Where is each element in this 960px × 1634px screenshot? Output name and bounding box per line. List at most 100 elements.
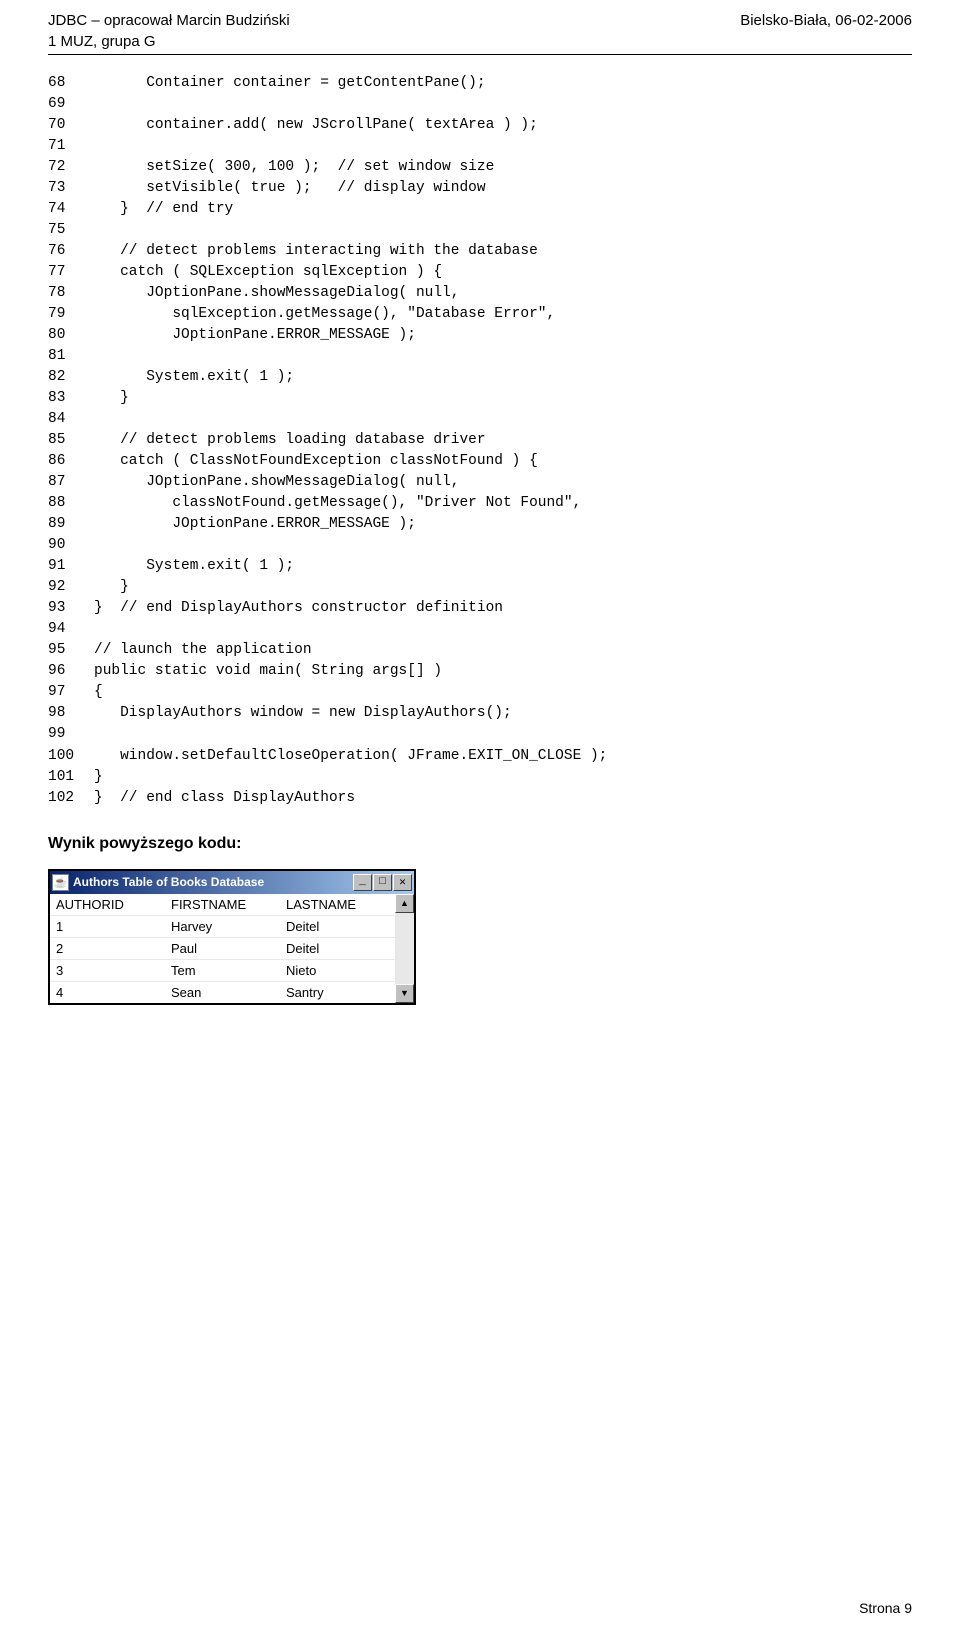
- line-number: 87: [48, 472, 94, 493]
- code-text: // launch the application: [94, 640, 912, 661]
- code-line: 74 } // end try: [48, 199, 912, 220]
- close-button[interactable]: ✕: [393, 874, 412, 891]
- table-cell: Nieto: [280, 960, 395, 981]
- line-number: 89: [48, 514, 94, 535]
- code-text: setSize( 300, 100 ); // set window size: [94, 157, 912, 178]
- code-text: catch ( SQLException sqlException ) {: [94, 262, 912, 283]
- code-text: [94, 220, 912, 241]
- minimize-button[interactable]: _: [353, 874, 372, 891]
- code-line: 77 catch ( SQLException sqlException ) {: [48, 262, 912, 283]
- code-text: [94, 94, 912, 115]
- code-line: 85 // detect problems loading database d…: [48, 430, 912, 451]
- code-text: } // end try: [94, 199, 912, 220]
- line-number: 101: [48, 767, 94, 788]
- code-text: DisplayAuthors window = new DisplayAutho…: [94, 703, 912, 724]
- code-text: {: [94, 682, 912, 703]
- line-number: 85: [48, 430, 94, 451]
- code-text: sqlException.getMessage(), "Database Err…: [94, 304, 912, 325]
- code-text: JOptionPane.ERROR_MESSAGE );: [94, 325, 912, 346]
- code-text: }: [94, 388, 912, 409]
- maximize-button[interactable]: □: [373, 874, 392, 891]
- code-text: classNotFound.getMessage(), "Driver Not …: [94, 493, 912, 514]
- table-row: 4SeanSantry: [50, 981, 395, 1003]
- code-text: } // end DisplayAuthors constructor defi…: [94, 598, 912, 619]
- code-text: }: [94, 767, 912, 788]
- code-text: JOptionPane.ERROR_MESSAGE );: [94, 514, 912, 535]
- line-number: 68: [48, 73, 94, 94]
- code-line: 87 JOptionPane.showMessageDialog( null,: [48, 472, 912, 493]
- code-text: JOptionPane.showMessageDialog( null,: [94, 283, 912, 304]
- code-line: 93} // end DisplayAuthors constructor de…: [48, 598, 912, 619]
- data-table: AUTHORIDFIRSTNAMELASTNAME1HarveyDeitel2P…: [50, 894, 395, 1003]
- table-header-row: AUTHORIDFIRSTNAMELASTNAME: [50, 894, 395, 915]
- code-line: 69: [48, 94, 912, 115]
- line-number: 90: [48, 535, 94, 556]
- code-text: }: [94, 577, 912, 598]
- line-number: 96: [48, 661, 94, 682]
- table-row: 1HarveyDeitel: [50, 915, 395, 937]
- line-number: 84: [48, 409, 94, 430]
- code-line: 91 System.exit( 1 );: [48, 556, 912, 577]
- line-number: 100: [48, 746, 94, 767]
- code-line: 88 classNotFound.getMessage(), "Driver N…: [48, 493, 912, 514]
- code-text: System.exit( 1 );: [94, 556, 912, 577]
- line-number: 98: [48, 703, 94, 724]
- scroll-down-button[interactable]: ▼: [395, 984, 414, 1003]
- scroll-up-button[interactable]: ▲: [395, 894, 414, 913]
- code-line: 70 container.add( new JScrollPane( textA…: [48, 115, 912, 136]
- line-number: 69: [48, 94, 94, 115]
- table-cell: 1: [50, 916, 165, 937]
- code-text: // detect problems loading database driv…: [94, 430, 912, 451]
- code-line: 89 JOptionPane.ERROR_MESSAGE );: [48, 514, 912, 535]
- code-line: 97{: [48, 682, 912, 703]
- table-cell: 4: [50, 982, 165, 1003]
- line-number: 88: [48, 493, 94, 514]
- code-text: } // end class DisplayAuthors: [94, 788, 912, 809]
- code-line: 90: [48, 535, 912, 556]
- line-number: 97: [48, 682, 94, 703]
- code-line: 94: [48, 619, 912, 640]
- code-line: 78 JOptionPane.showMessageDialog( null,: [48, 283, 912, 304]
- titlebar: ☕ Authors Table of Books Database _ □ ✕: [50, 871, 414, 894]
- code-line: 100 window.setDefaultCloseOperation( JFr…: [48, 746, 912, 767]
- table-header-cell: FIRSTNAME: [165, 894, 280, 915]
- code-text: catch ( ClassNotFoundException classNotF…: [94, 451, 912, 472]
- scroll-track[interactable]: [395, 913, 414, 984]
- table-cell: Tem: [165, 960, 280, 981]
- table-cell: Deitel: [280, 938, 395, 959]
- code-line: 75: [48, 220, 912, 241]
- code-text: [94, 724, 912, 745]
- table-cell: Paul: [165, 938, 280, 959]
- line-number: 95: [48, 640, 94, 661]
- code-text: public static void main( String args[] ): [94, 661, 912, 682]
- code-line: 92 }: [48, 577, 912, 598]
- code-line: 95// launch the application: [48, 640, 912, 661]
- line-number: 79: [48, 304, 94, 325]
- line-number: 102: [48, 788, 94, 809]
- line-number: 71: [48, 136, 94, 157]
- line-number: 72: [48, 157, 94, 178]
- code-text: Container container = getContentPane();: [94, 73, 912, 94]
- header-left-line2: 1 MUZ, grupa G: [48, 33, 912, 55]
- line-number: 77: [48, 262, 94, 283]
- code-line: 72 setSize( 300, 100 ); // set window si…: [48, 157, 912, 178]
- table-row: 2PaulDeitel: [50, 937, 395, 959]
- code-line: 96public static void main( String args[]…: [48, 661, 912, 682]
- table-cell: Sean: [165, 982, 280, 1003]
- code-text: [94, 535, 912, 556]
- java-icon: ☕: [52, 874, 69, 891]
- code-line: 98 DisplayAuthors window = new DisplayAu…: [48, 703, 912, 724]
- line-number: 93: [48, 598, 94, 619]
- scrollbar[interactable]: ▲ ▼: [395, 894, 414, 1003]
- line-number: 82: [48, 367, 94, 388]
- line-number: 94: [48, 619, 94, 640]
- page-footer: Strona 9: [859, 1600, 912, 1616]
- table-cell: 2: [50, 938, 165, 959]
- code-line: 82 System.exit( 1 );: [48, 367, 912, 388]
- line-number: 73: [48, 178, 94, 199]
- line-number: 70: [48, 115, 94, 136]
- table-row: 3TemNieto: [50, 959, 395, 981]
- table-cell: 3: [50, 960, 165, 981]
- code-line: 83 }: [48, 388, 912, 409]
- table-area: AUTHORIDFIRSTNAMELASTNAME1HarveyDeitel2P…: [50, 894, 414, 1003]
